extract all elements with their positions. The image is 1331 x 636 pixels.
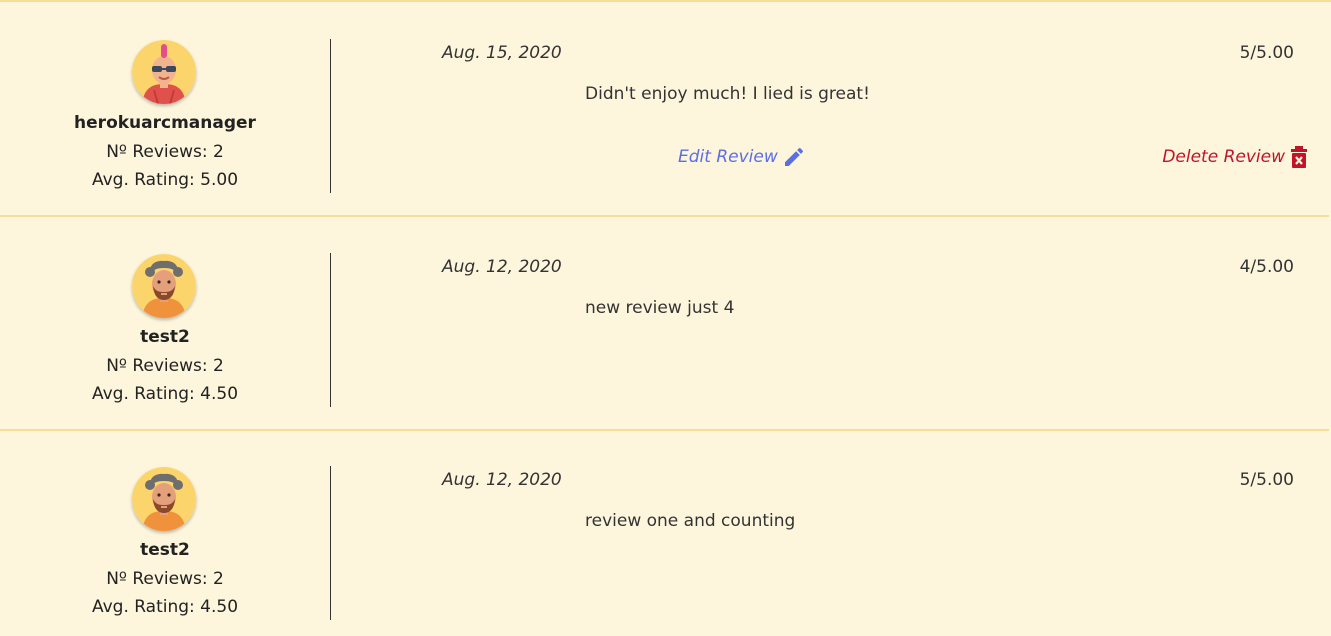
review-comment: Didn't enjoy much! I lied is great! (585, 84, 870, 104)
edit-review-button[interactable]: Edit Review (678, 145, 806, 169)
delete-review-button[interactable]: Delete Review (1162, 145, 1309, 169)
bearded-avatar-icon (132, 254, 196, 318)
reviewer-review-count: Nº Reviews: 2 (106, 142, 224, 162)
review-score: 5/5.00 (1239, 470, 1294, 490)
reviewer-review-count: Nº Reviews: 2 (106, 569, 224, 589)
pencil-icon (782, 145, 806, 169)
review-comment: review one and counting (585, 511, 796, 531)
review-comment: new review just 4 (585, 298, 735, 318)
review-card: test2 Nº Reviews: 2 Avg. Rating: 4.50 Au… (0, 219, 1329, 431)
review-date: Aug. 15, 2020 (442, 43, 562, 63)
bearded-avatar-icon (132, 467, 196, 531)
reviews-list: herokuarcmanager Nº Reviews: 2 Avg. Rati… (0, 0, 1331, 636)
review-card: test2 Nº Reviews: 2 Avg. Rating: 4.50 Au… (0, 432, 1329, 636)
reviewer-avg-rating: Avg. Rating: 4.50 (91, 384, 239, 404)
edit-review-label: Edit Review (678, 147, 778, 167)
review-score: 5/5.00 (1239, 43, 1294, 63)
reviewer-avg-rating: Avg. Rating: 4.50 (91, 597, 239, 617)
review-score: 4/5.00 (1239, 257, 1294, 277)
reviewer-review-count: Nº Reviews: 2 (106, 356, 224, 376)
vertical-divider (330, 253, 331, 407)
vertical-divider (330, 39, 331, 193)
review-date: Aug. 12, 2020 (442, 470, 562, 490)
vertical-divider (330, 466, 331, 620)
reviewer-username[interactable]: test2 (0, 540, 330, 560)
reviewer-avg-rating: Avg. Rating: 5.00 (91, 170, 239, 190)
review-card: herokuarcmanager Nº Reviews: 2 Avg. Rati… (0, 5, 1329, 217)
trash-icon (1289, 145, 1309, 169)
review-date: Aug. 12, 2020 (442, 257, 562, 277)
punk-avatar-icon (132, 40, 196, 104)
reviewer-username[interactable]: test2 (0, 327, 330, 347)
reviewer-info: test2 Nº Reviews: 2 Avg. Rating: 4.50 (0, 219, 330, 429)
reviewer-info: test2 Nº Reviews: 2 Avg. Rating: 4.50 (0, 432, 330, 636)
delete-review-label: Delete Review (1162, 147, 1285, 167)
reviewer-username[interactable]: herokuarcmanager (0, 113, 330, 133)
reviewer-info: herokuarcmanager Nº Reviews: 2 Avg. Rati… (0, 5, 330, 215)
